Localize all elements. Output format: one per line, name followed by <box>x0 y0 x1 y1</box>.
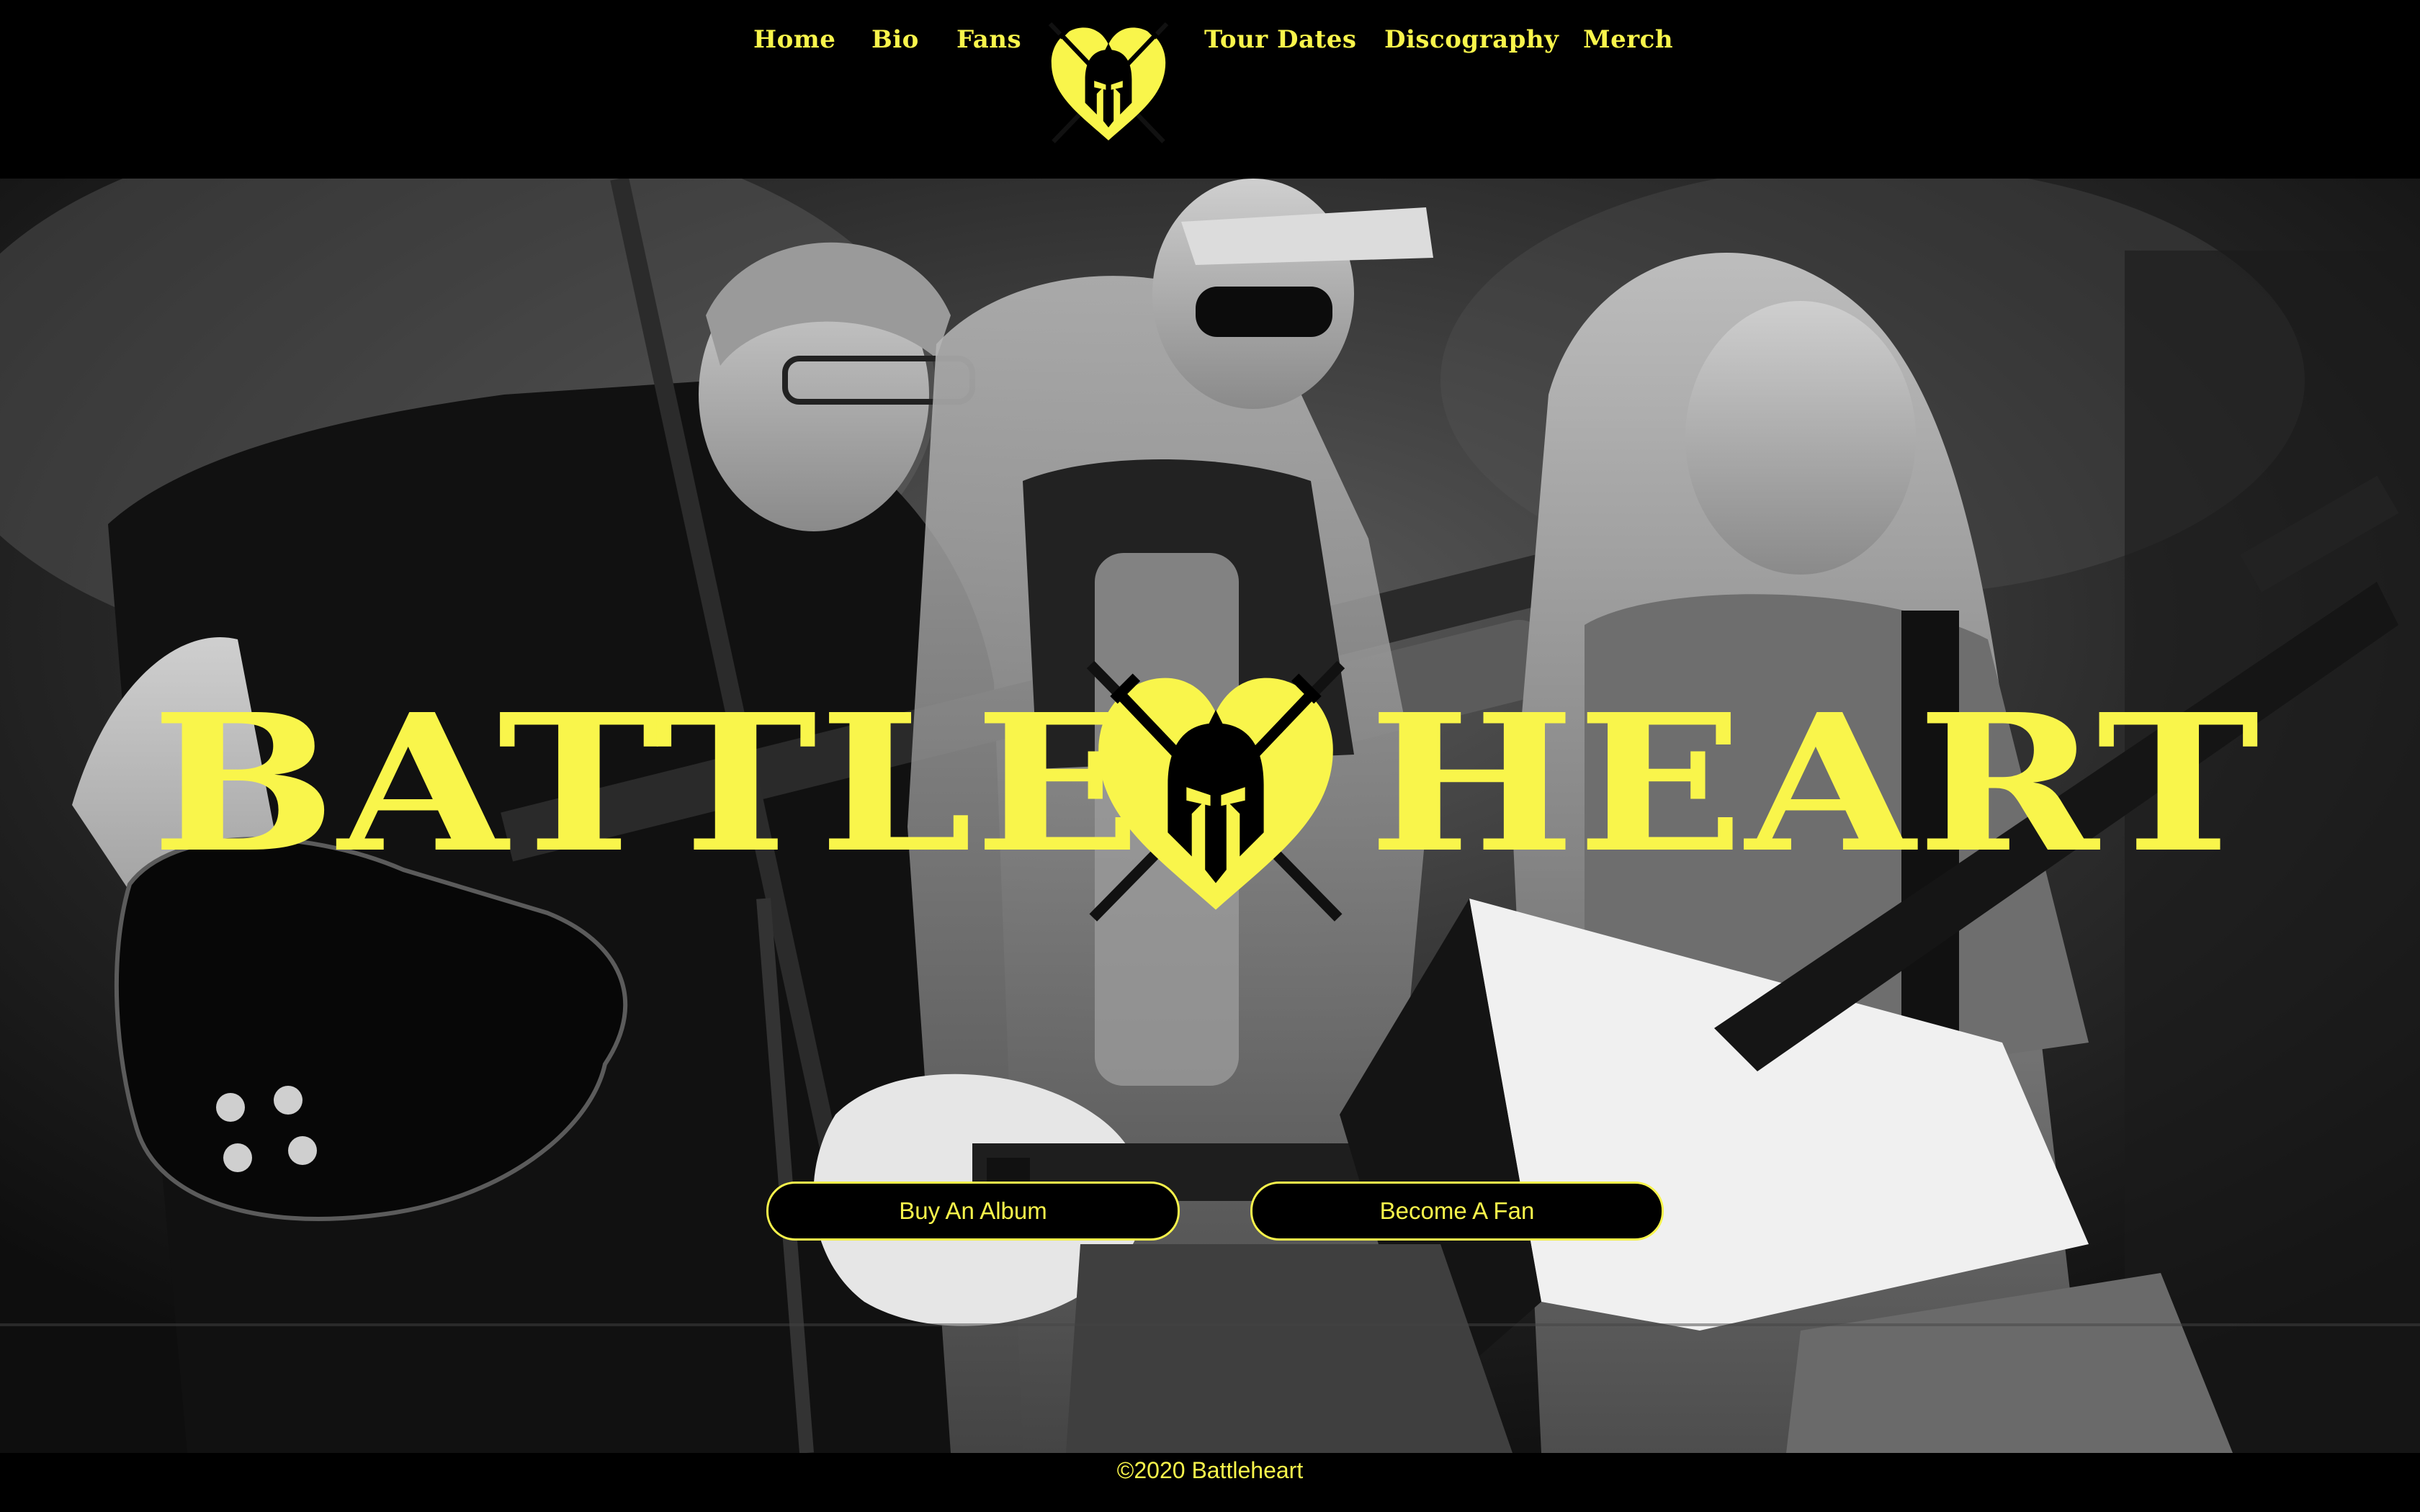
nav-bio-link[interactable]: Bio <box>871 22 919 58</box>
nav-discography-link[interactable]: Discography <box>1384 22 1559 58</box>
nav-tour-dates-link[interactable]: Tour Dates <box>1204 22 1357 58</box>
wordmark-heart: HEART <box>1368 672 2262 894</box>
become-fan-button[interactable]: Become A Fan <box>1250 1182 1664 1241</box>
nav-home-link[interactable]: Home <box>753 22 835 58</box>
heart-helmet-swords-icon[interactable] <box>1043 17 1174 147</box>
footer: ©2020 Battleheart <box>0 1453 2420 1512</box>
band-wordmark: BATTLE HEART <box>144 660 2259 922</box>
heart-helmet-swords-icon <box>1079 657 1353 923</box>
nav-merch-link[interactable]: Merch <box>1583 22 1673 58</box>
top-navigation: Home Bio Fans Tour Dates Discography Mer… <box>0 0 2420 179</box>
copyright-text: ©2020 Battleheart <box>1116 1457 1304 1483</box>
buy-album-button[interactable]: Buy An Album <box>766 1182 1180 1241</box>
hero-section: BATTLE HEART Buy An Album Become A Fan <box>0 179 2420 1453</box>
wordmark-battle: BATTLE <box>151 672 1143 894</box>
nav-fans-link[interactable]: Fans <box>956 22 1021 58</box>
